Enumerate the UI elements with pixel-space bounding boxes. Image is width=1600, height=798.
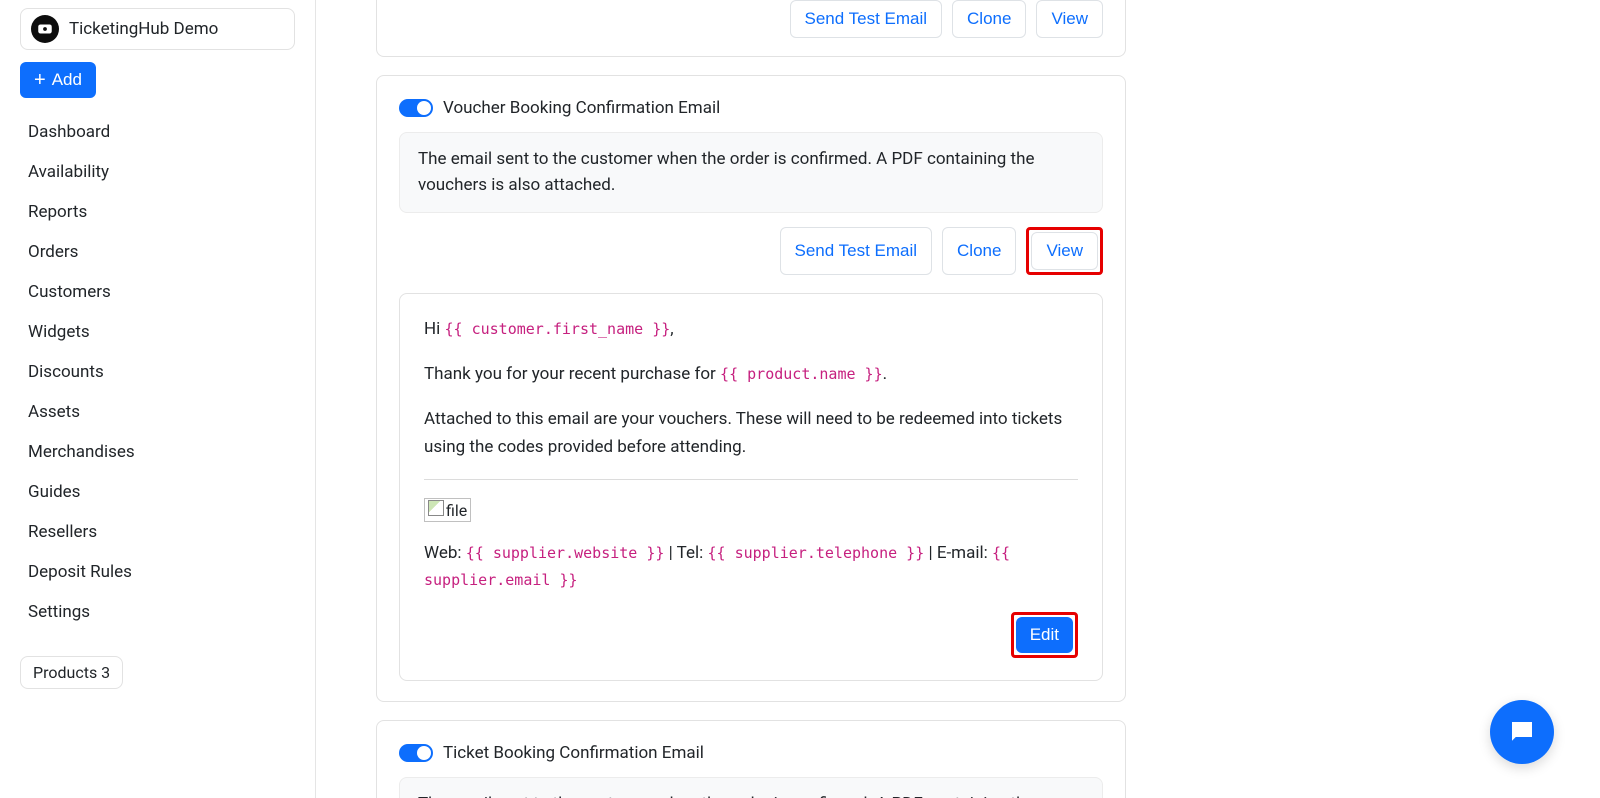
var-customer-first-name: {{ customer.first_name }}: [444, 320, 670, 338]
add-button[interactable]: + Add: [20, 62, 96, 98]
var-product-name: {{ product.name }}: [720, 365, 883, 383]
brand-name: TicketingHub Demo: [69, 19, 218, 39]
preview-thank-you: Thank you for your recent purchase for {…: [424, 361, 1078, 388]
nav-item-orders[interactable]: Orders: [20, 232, 295, 272]
sidebar: TicketingHub Demo + Add Dashboard Availa…: [0, 0, 316, 798]
products-pill[interactable]: Products 3: [20, 656, 123, 689]
ticket-confirmation-card: Ticket Booking Confirmation Email The em…: [376, 720, 1126, 798]
nav-item-merchandises[interactable]: Merchandises: [20, 432, 295, 472]
voucher-clone-button[interactable]: Clone: [942, 227, 1016, 275]
ticket-toggle[interactable]: [399, 744, 433, 762]
highlight-edit: Edit: [1011, 612, 1078, 658]
preview-contact-line: Web: {{ supplier.website }} | Tel: {{ su…: [424, 540, 1078, 594]
clone-button[interactable]: Clone: [952, 0, 1026, 38]
var-supplier-website: {{ supplier.website }}: [466, 544, 665, 562]
voucher-toggle[interactable]: [399, 99, 433, 117]
voucher-description-text: The email sent to the customer when the …: [418, 147, 1084, 198]
nav-item-dashboard[interactable]: Dashboard: [20, 112, 295, 152]
edit-button[interactable]: Edit: [1016, 617, 1073, 653]
voucher-confirmation-card: Voucher Booking Confirmation Email The e…: [376, 75, 1126, 702]
nav-item-widgets[interactable]: Widgets: [20, 312, 295, 352]
nav-list: Dashboard Availability Reports Orders Cu…: [20, 112, 295, 632]
plus-icon: +: [34, 70, 46, 90]
voucher-send-test-button[interactable]: Send Test Email: [780, 227, 933, 275]
preview-greeting: Hi {{ customer.first_name }},: [424, 316, 1078, 343]
nav-item-resellers[interactable]: Resellers: [20, 512, 295, 552]
nav-item-assets[interactable]: Assets: [20, 392, 295, 432]
ticket-card-title: Ticket Booking Confirmation Email: [443, 743, 704, 763]
view-button[interactable]: View: [1036, 0, 1103, 38]
file-attachment-placeholder: file: [424, 498, 471, 522]
brand-logo-icon: [31, 15, 59, 43]
nav-item-discounts[interactable]: Discounts: [20, 352, 295, 392]
nav-item-settings[interactable]: Settings: [20, 592, 295, 632]
nav-item-availability[interactable]: Availability: [20, 152, 295, 192]
nav-item-guides[interactable]: Guides: [20, 472, 295, 512]
nav-item-deposit-rules[interactable]: Deposit Rules: [20, 552, 295, 592]
voucher-card-title: Voucher Booking Confirmation Email: [443, 98, 720, 118]
chat-fab[interactable]: [1490, 700, 1554, 764]
var-supplier-telephone: {{ supplier.telephone }}: [707, 544, 924, 562]
broken-image-icon: [428, 500, 444, 516]
nav-item-reports[interactable]: Reports: [20, 192, 295, 232]
main-content: Send Test Email Clone View Voucher Booki…: [316, 0, 1600, 798]
preview-divider: [424, 479, 1078, 480]
chat-icon: [1507, 717, 1537, 747]
email-preview: Hi {{ customer.first_name }}, Thank you …: [399, 293, 1103, 681]
prev-card-actions: Send Test Email Clone View: [376, 0, 1126, 57]
highlight-view: View: [1026, 227, 1103, 275]
ticket-description-box: The email sent to the customer when the …: [399, 777, 1103, 798]
brand-selector[interactable]: TicketingHub Demo: [20, 8, 295, 50]
file-label: file: [446, 501, 467, 520]
voucher-actions-row: Send Test Email Clone View: [399, 227, 1103, 275]
preview-body: Attached to this email are your vouchers…: [424, 406, 1078, 460]
voucher-description-box: The email sent to the customer when the …: [399, 132, 1103, 213]
voucher-view-button[interactable]: View: [1031, 232, 1098, 270]
ticket-description-text: The email sent to the customer when the …: [418, 792, 1084, 798]
nav-item-customers[interactable]: Customers: [20, 272, 295, 312]
send-test-email-button[interactable]: Send Test Email: [790, 0, 943, 38]
add-button-label: Add: [52, 70, 82, 90]
